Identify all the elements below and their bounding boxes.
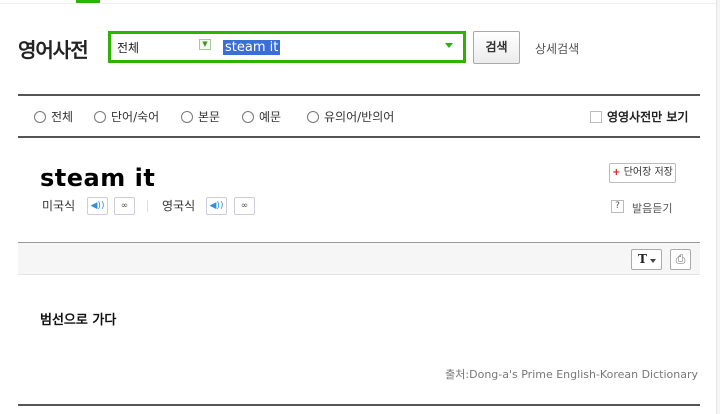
autocomplete-toggle-icon[interactable] [445,43,453,48]
definition-text: 범선으로 가다 [40,313,117,328]
pronunciation-us-label: 미국식 [42,199,76,213]
pronunciation-uk-label: 영국식 [162,199,196,213]
dictionary-source: 출처:Dong-a's Prime English-Korean Diction… [445,368,698,381]
scrollbar[interactable] [716,0,720,414]
chevron-down-icon[interactable]: ▼ [199,39,211,50]
save-to-wordbook-button[interactable]: + 단어장 저장 [609,163,676,183]
pronunciation-divider [147,200,148,212]
scope-select-value: 전체 [117,41,140,55]
speaker-icon[interactable]: ◀)) [206,197,227,215]
radio-icon [242,111,254,123]
radio-icon [181,111,193,123]
filter-bar: 전체 단어/숙어 본문 예문 유의어/반의어 영영사전만 보기 [18,94,700,138]
headword: steam it [40,164,156,192]
search-box[interactable]: 전체 ▼ steam it [108,31,466,63]
filter-radio-synonyms[interactable]: 유의어/반의어 [307,110,394,124]
help-icon[interactable]: ? [611,200,624,213]
english-only-checkbox[interactable]: 영영사전만 보기 [590,110,688,124]
speaker-icon[interactable]: ◀)) [87,197,108,215]
repeat-icon[interactable]: ∞ [234,197,255,215]
filter-radio-examples[interactable]: 예문 [242,110,281,124]
filter-radio-all[interactable]: 전체 [34,110,73,124]
page-title: 영어사전 [18,38,89,62]
radio-icon [34,111,46,123]
filter-radio-body[interactable]: 본문 [181,110,220,124]
plus-icon: + [612,167,621,178]
chevron-down-icon [650,259,656,263]
checkbox-icon [590,111,602,123]
radio-icon [94,111,106,123]
search-input[interactable]: steam it [223,40,281,55]
search-button[interactable]: 검색 [473,31,520,64]
repeat-icon[interactable]: ∞ [114,197,135,215]
advanced-search-link[interactable]: 상세검색 [535,40,579,57]
entry-toolbar: T ⎙ [18,242,700,275]
radio-icon [307,111,319,123]
print-icon[interactable]: ⎙ [670,249,691,270]
bottom-divider [18,404,700,406]
top-divider [0,3,720,4]
font-size-button[interactable]: T [631,249,662,270]
listen-link[interactable]: 발음듣기 [632,200,672,216]
filter-radio-words[interactable]: 단어/숙어 [94,110,159,124]
